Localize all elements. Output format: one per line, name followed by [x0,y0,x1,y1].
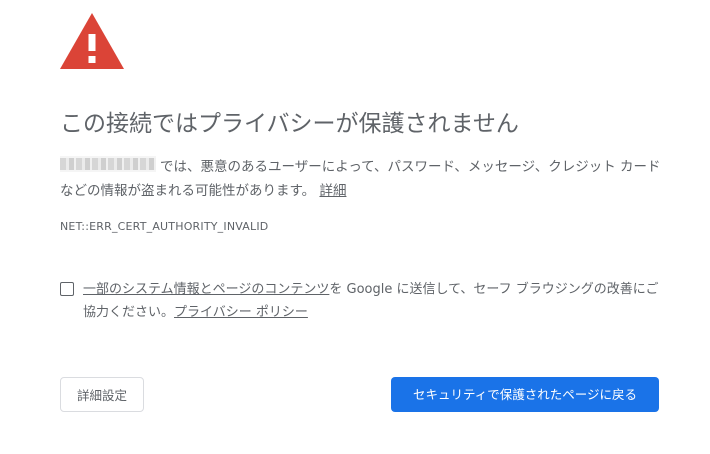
opt-in-checkbox[interactable] [60,282,74,296]
warning-triangle-icon [60,13,124,69]
opt-in-text: 一部のシステム情報とページのコンテンツを Google に送信して、セーフ ブラ… [83,278,663,324]
blurred-hostname [60,156,156,172]
error-code: NET::ERR_CERT_AUTHORITY_INVALID [60,220,269,233]
system-info-link[interactable]: 一部のシステム情報とページのコンテンツ [83,282,329,297]
back-to-safety-button[interactable]: セキュリティで保護されたページに戻る [391,377,659,412]
details-link[interactable]: 詳細 [319,183,346,199]
page-title: この接続ではプライバシーが保護されません [60,111,519,137]
description: では、悪意のあるユーザーによって、パスワード、メッセージ、クレジット カードなど… [60,155,665,203]
privacy-policy-link[interactable]: プライバシー ポリシー [174,305,308,320]
interstitial-page: この接続ではプライバシーが保護されません では、悪意のあるユーザーによって、パス… [0,0,710,454]
advanced-button[interactable]: 詳細設定 [60,377,144,412]
